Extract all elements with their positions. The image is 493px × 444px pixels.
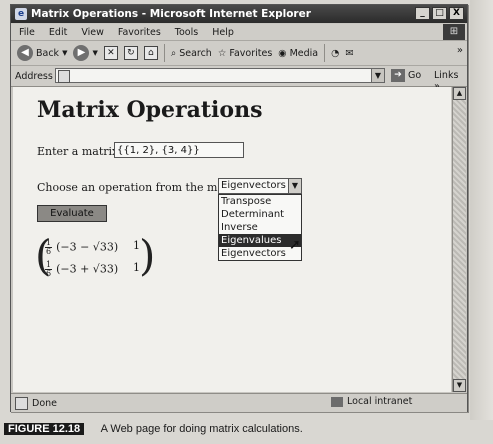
operation-select[interactable]: Eigenvectors ▼: [218, 178, 302, 194]
forward-button[interactable]: ▶ ▼: [73, 45, 98, 61]
history-button[interactable]: ◔: [331, 48, 339, 59]
media-button[interactable]: ◉ Media: [278, 48, 318, 59]
go-arrow-icon: ➔: [391, 69, 405, 82]
go-button[interactable]: ➔ Go: [391, 69, 421, 82]
window-title: Matrix Operations - Microsoft Internet E…: [31, 8, 311, 20]
browser-window: e Matrix Operations - Microsoft Internet…: [10, 4, 468, 412]
back-label: Back: [36, 47, 60, 59]
page-content: Matrix Operations Enter a matrix: Choose…: [13, 87, 451, 392]
menu-bar: File Edit View Favorites Tools Help ⊞: [11, 24, 467, 41]
page-done-icon: [15, 396, 28, 410]
home-icon[interactable]: ⌂: [143, 46, 158, 60]
forward-dropdown-icon[interactable]: ▼: [92, 49, 97, 57]
links-label: Links: [434, 70, 459, 81]
option-inverse[interactable]: Inverse: [219, 221, 301, 234]
search-icon: ⌕: [170, 47, 177, 59]
menu-file[interactable]: File: [19, 27, 35, 38]
evaluate-button[interactable]: Evaluate: [37, 205, 107, 222]
zone-label: Local intranet: [347, 396, 413, 407]
menu-tools[interactable]: Tools: [175, 27, 198, 38]
status-text: Done: [32, 397, 57, 409]
caption-text: A Web page for doing matrix calculations…: [100, 423, 303, 435]
history-icon: ◔: [331, 47, 340, 59]
windows-flag-icon: ⊞: [443, 24, 465, 40]
media-icon: ◉: [278, 47, 287, 59]
ie-icon: e: [15, 8, 27, 20]
matrix-label: Enter a matrix:: [37, 145, 122, 158]
fraction-denominator: 6: [46, 247, 52, 256]
close-button[interactable]: X: [449, 7, 464, 20]
scroll-down-icon[interactable]: ▼: [453, 379, 466, 392]
selected-operation: Eigenvectors: [221, 180, 286, 191]
menu-edit[interactable]: Edit: [49, 27, 67, 38]
go-label: Go: [408, 70, 422, 81]
result-row-1: 1 6 (−3 − √33) 1: [45, 239, 140, 256]
title-bar: e Matrix Operations - Microsoft Internet…: [11, 5, 467, 23]
option-transpose[interactable]: Transpose: [219, 195, 301, 208]
forward-arrow-icon: ▶: [73, 45, 90, 61]
status-bar: Done Local intranet: [11, 393, 467, 412]
toolbar-more-chevron-icon[interactable]: »: [457, 45, 463, 56]
back-dropdown-icon[interactable]: ▼: [62, 49, 67, 57]
menu-help[interactable]: Help: [212, 27, 234, 38]
result-row-2: 1 6 (−3 + √33) 1: [45, 261, 140, 278]
toolbar-separator: [163, 44, 165, 62]
page-icon: [58, 70, 70, 83]
menu-view[interactable]: View: [81, 27, 104, 38]
mail-button[interactable]: ✉: [345, 48, 353, 59]
page-title: Matrix Operations: [37, 97, 263, 123]
fraction: 16: [45, 239, 53, 256]
operation-label: Choose an operation from the menu:: [37, 181, 242, 194]
mouse-pointer-icon: ➚: [289, 237, 301, 253]
refresh-icon[interactable]: ↻: [123, 46, 138, 60]
stop-icon[interactable]: ✕: [103, 46, 118, 60]
figure-number: FIGURE 12.18: [4, 423, 85, 435]
fraction: 16: [45, 261, 53, 278]
fraction-denominator: 6: [46, 269, 52, 278]
chevron-down-icon[interactable]: ▼: [288, 179, 301, 193]
maximize-button[interactable]: □: [432, 7, 447, 20]
scroll-up-icon[interactable]: ▲: [453, 87, 466, 100]
intranet-icon: [331, 396, 343, 407]
option-determinant[interactable]: Determinant: [219, 208, 301, 221]
matrix-input[interactable]: [114, 142, 244, 158]
address-label: Address: [15, 70, 53, 82]
favorites-button[interactable]: ☆ Favorites: [218, 48, 272, 59]
row2-expression: (−3 + √33): [56, 262, 119, 276]
standard-toolbar: ◀ Back ▼ ▶ ▼ ✕ ↻ ⌂ ⌕ Search ☆ Favorites …: [11, 41, 467, 66]
mail-icon: ✉: [345, 47, 354, 59]
result-matrix: ( 1 6 (−3 − √33) 1 1 6 (−3 + √33) 1 ): [35, 235, 155, 281]
window-controls: _ □ X: [415, 7, 464, 20]
security-zone: Local intranet: [331, 396, 412, 407]
back-button[interactable]: ◀ Back ▼: [17, 45, 67, 61]
favorites-label: Favorites: [229, 47, 273, 59]
row1-expression: (−3 − √33): [56, 240, 119, 254]
toolbar-separator-2: [324, 44, 326, 62]
right-paren: ): [139, 231, 156, 280]
figure-caption: FIGURE 12.18 A Web page for doing matrix…: [4, 423, 303, 435]
search-label: Search: [179, 47, 212, 59]
page-margin: [470, 0, 493, 420]
address-input[interactable]: ▼: [55, 68, 385, 83]
star-icon: ☆: [217, 47, 227, 59]
minimize-button[interactable]: _: [415, 7, 430, 20]
address-bar: Address ▼ ➔ Go Links »: [11, 66, 467, 92]
search-button[interactable]: ⌕ Search: [171, 48, 212, 59]
media-label: Media: [289, 47, 319, 59]
address-dropdown-icon[interactable]: ▼: [371, 69, 384, 82]
vertical-scrollbar[interactable]: ▲ ▼: [452, 87, 466, 392]
back-arrow-icon: ◀: [17, 45, 33, 61]
menu-favorites[interactable]: Favorites: [118, 27, 161, 38]
